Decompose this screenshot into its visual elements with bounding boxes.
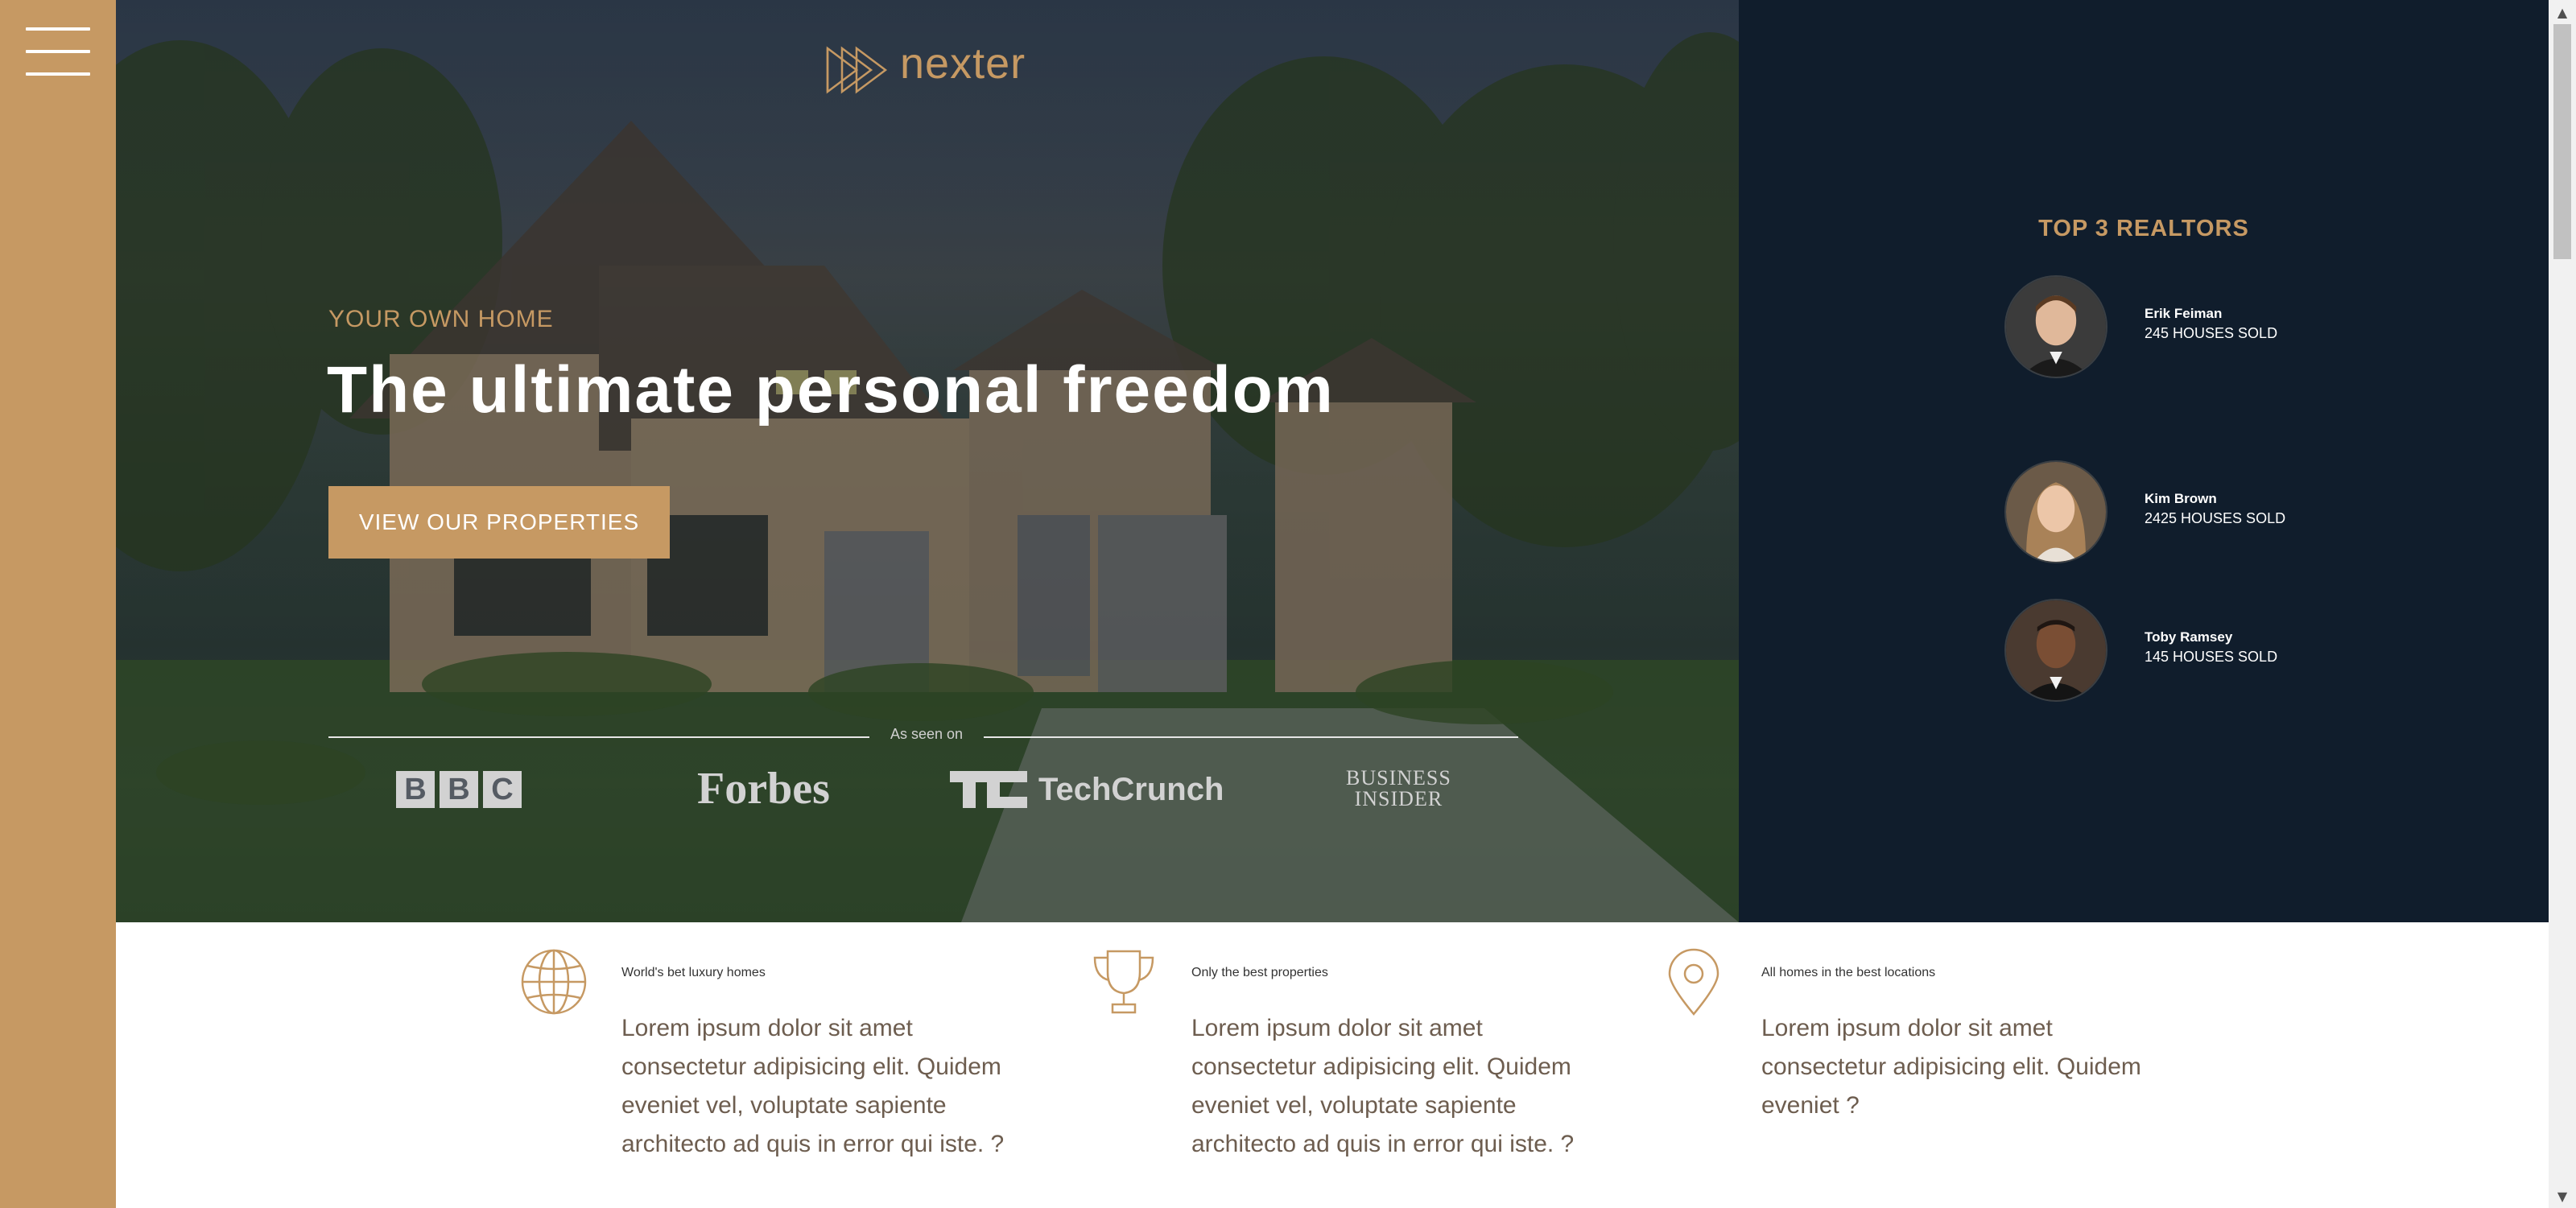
realtor-card[interactable]: Kim Brown 2425 HOUSES SOLD: [2004, 460, 2487, 565]
bbc-logo: BBC: [396, 771, 522, 808]
feature-text: Lorem ipsum dolor sit amet consectetur a…: [1761, 1015, 2141, 1119]
page-scrollbar[interactable]: ▲ ▼: [2549, 0, 2576, 1208]
trophy-icon: [1093, 950, 1154, 1014]
avatar: [2004, 599, 2107, 702]
techcrunch-mark-icon: [950, 771, 1027, 808]
realtor-houses-sold: 145 HOUSES SOLD: [2145, 649, 2278, 665]
realtor-houses-sold: 245 HOUSES SOLD: [2145, 325, 2278, 341]
hamburger-icon[interactable]: [26, 27, 90, 76]
feature-text: Lorem ipsum dolor sit amet consectetur a…: [1191, 1015, 1575, 1157]
realtors-panel: TOP 3 REALTORS Erik Feiman 245 HOUSES SO…: [1739, 0, 2549, 922]
location-pin-icon: [1668, 948, 1719, 1016]
realtor-card[interactable]: Erik Feiman 245 HOUSES SOLD: [2004, 275, 2487, 380]
brand-name[interactable]: nexter: [900, 39, 1026, 89]
feature-title: All homes in the best locations: [1761, 966, 1936, 979]
globe-icon: [521, 949, 587, 1015]
techcrunch-logo: TechCrunch: [950, 771, 1224, 808]
realtors-title: TOP 3 REALTORS: [2038, 216, 2249, 241]
feature-title: Only the best properties: [1191, 966, 1328, 979]
hero-background-image: [116, 32, 1739, 922]
scroll-up-icon[interactable]: ▲: [2549, 0, 2576, 24]
divider-line: [984, 736, 1518, 738]
feature-text: Lorem ipsum dolor sit amet consectetur a…: [621, 1015, 1005, 1157]
scrollbar-thumb[interactable]: [2553, 24, 2571, 259]
realtor-name: Erik Feiman: [2145, 306, 2223, 321]
hero-section: nexter YOUR OWN HOME The ultimate person…: [116, 0, 1739, 922]
avatar: [2004, 275, 2107, 378]
realtor-card[interactable]: Toby Ramsey 145 HOUSES SOLD: [2004, 599, 2487, 703]
divider-line: [328, 736, 869, 738]
realtor-name: Toby Ramsey: [2145, 629, 2233, 645]
realtor-houses-sold: 2425 HOUSES SOLD: [2145, 510, 2286, 526]
view-properties-button[interactable]: VIEW OUR PROPERTIES: [328, 486, 670, 559]
hero-eyebrow: YOUR OWN HOME: [328, 306, 554, 332]
avatar: [2004, 460, 2107, 563]
sidebar: [0, 0, 116, 1208]
nexter-logo-icon[interactable]: [824, 45, 889, 95]
scroll-down-icon[interactable]: ▼: [2549, 1184, 2576, 1208]
forbes-logo: Forbes: [697, 764, 830, 814]
feature-title: World's bet luxury homes: [621, 966, 766, 979]
business-insider-logo: BUSINESS INSIDER: [1346, 766, 1451, 810]
hero-title: The ultimate personal freedom: [327, 353, 1335, 427]
seen-on-label: As seen on: [890, 726, 964, 742]
realtor-name: Kim Brown: [2145, 491, 2217, 506]
